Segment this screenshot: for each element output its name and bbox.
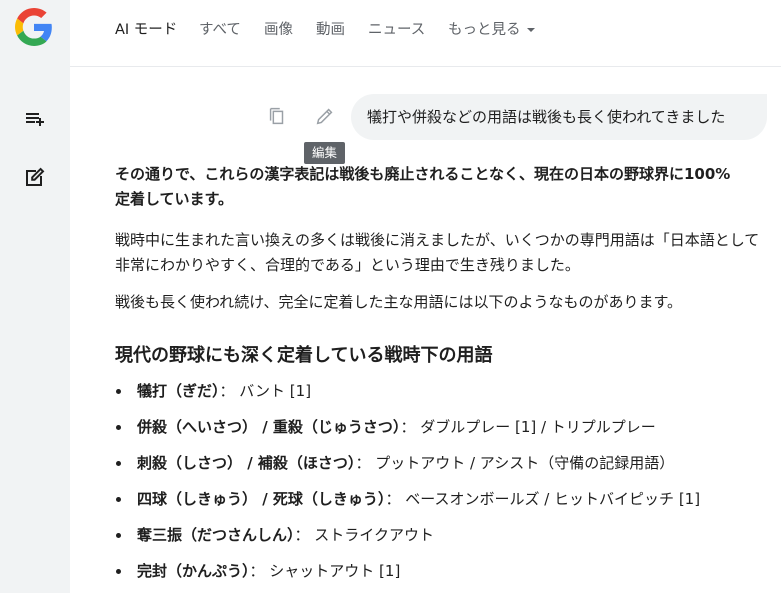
tab-more[interactable]: もっと見る — [448, 18, 535, 39]
tab-all[interactable]: すべて — [199, 18, 241, 39]
caret-down-icon — [526, 28, 535, 32]
pencil-icon[interactable] — [314, 105, 336, 127]
new-chat-icon[interactable] — [22, 164, 48, 190]
tab-more-label: もっと見る — [448, 22, 521, 38]
term-description: ： ダブルプレー [1] / トリプルプレー — [400, 418, 656, 436]
term-name: 奪三振（だつさんしん） — [137, 526, 295, 544]
answer-heading: 現代の野球にも深く定着している戦時下の用語 — [115, 345, 493, 366]
term-name: 犠打（ぎだ） — [137, 382, 220, 400]
term-description: ： バント [1] — [219, 382, 312, 400]
term-description: ： プットアウト / アシスト（守備の記録用語） — [355, 454, 675, 472]
list-item: 犠打（ぎだ）： バント [1] — [115, 379, 700, 415]
list-item: 併殺（へいさつ） / 重殺（じゅうさつ）： ダブルプレー [1] / トリプルプ… — [115, 415, 700, 451]
term-description: ： ストライクアウト — [294, 526, 434, 544]
google-logo[interactable] — [15, 8, 53, 46]
tab-images[interactable]: 画像 — [264, 18, 293, 39]
term-name: 併殺（へいさつ） / 重殺（じゅうさつ） — [137, 418, 401, 436]
term-description: ： シャットアウト [1] — [249, 562, 401, 580]
tab-videos[interactable]: 動画 — [316, 18, 345, 39]
answer-lead: その通りで、これらの漢字表記は戦後も廃止されることなく、現在の日本の野球界に10… — [115, 165, 731, 208]
copy-icon[interactable] — [266, 105, 288, 127]
answer-paragraph-1: 戦時中に生まれた言い換えの多くは戦後に消えましたが、いくつかの専門用語は「日本語… — [115, 231, 760, 274]
new-playlist-icon[interactable] — [22, 106, 48, 132]
term-description: ： ベースオンボールズ / ヒットバイピッチ [1] — [385, 490, 701, 508]
top-navigation: AI モード すべて 画像 動画 ニュース もっと見る — [70, 0, 781, 67]
list-item: 完封（かんぷう）： シャットアウト [1] — [115, 559, 700, 595]
list-item: 刺殺（しさつ） / 補殺（ほさつ）： プットアウト / アシスト（守備の記録用語… — [115, 451, 700, 487]
term-name: 完封（かんぷう） — [137, 562, 250, 580]
tab-ai-mode[interactable]: AI モード — [115, 18, 177, 39]
list-item: 奪三振（だつさんしん）： ストライクアウト — [115, 523, 700, 559]
term-name: 四球（しきゅう） / 死球（しきゅう） — [137, 490, 386, 508]
term-name: 刺殺（しさつ） / 補殺（ほさつ） — [137, 454, 356, 472]
sidebar — [0, 0, 70, 593]
tab-news[interactable]: ニュース — [368, 18, 425, 39]
list-item: 四球（しきゅう） / 死球（しきゅう）： ベースオンボールズ / ヒットバイピッ… — [115, 487, 700, 523]
edit-tooltip: 編集 — [304, 142, 346, 164]
term-list: 犠打（ぎだ）： バント [1] 併殺（へいさつ） / 重殺（じゅうさつ）： ダブ… — [115, 379, 700, 595]
answer-paragraph-2: 戦後も長く使われ続け、完全に定着した主な用語には以下のようなものがあります。 — [115, 293, 683, 311]
user-query-bubble: 犠打や併殺などの用語は戦後も長く使われてきました — [351, 94, 767, 140]
